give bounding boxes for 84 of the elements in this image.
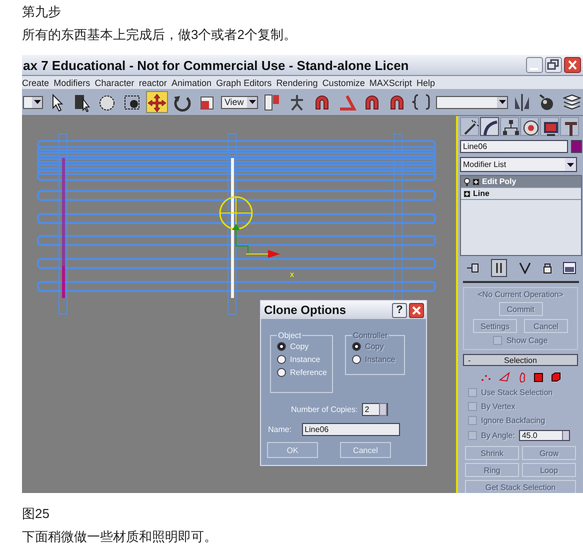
- bulb-icon: [464, 178, 470, 186]
- angle-spinner[interactable]: 45.0: [518, 430, 570, 442]
- outro-text: 下面稍微做一些材质和照明即可。: [22, 528, 218, 546]
- menu-item[interactable]: Help: [416, 78, 440, 88]
- dialog-button[interactable]: OK: [267, 442, 318, 458]
- fork-icon[interactable]: [518, 262, 531, 274]
- modifier-stack-item[interactable]: Line: [461, 188, 581, 200]
- menu-item[interactable]: MAXScript: [369, 78, 417, 88]
- panel-tab[interactable]: [460, 117, 479, 136]
- edge-icon[interactable]: [498, 372, 510, 382]
- lock-icon[interactable]: [542, 262, 552, 274]
- object-name-field[interactable]: Line06: [460, 140, 568, 153]
- color-swatch[interactable]: [571, 140, 582, 153]
- menu-item[interactable]: Modifiers: [54, 78, 95, 88]
- panel-tab[interactable]: [480, 117, 499, 136]
- caret-icon: [498, 100, 506, 104]
- caret-icon: [567, 162, 574, 166]
- radio-option[interactable]: Copy: [277, 342, 327, 351]
- menu-item[interactable]: Create: [22, 78, 54, 88]
- figure-caption: 图25: [22, 505, 50, 523]
- vertex-icon[interactable]: [480, 372, 490, 382]
- operation-label: <No Current Operation>: [478, 290, 564, 300]
- panel-tab[interactable]: [560, 117, 579, 136]
- menu-item[interactable]: Graph Editors: [216, 78, 276, 88]
- close-icon[interactable]: [564, 57, 581, 73]
- menu-item[interactable]: reactor: [138, 78, 172, 88]
- rollout-header[interactable]: - Selection: [463, 354, 578, 366]
- modifier-name: Edit Poly: [482, 177, 516, 186]
- collapse-toggle[interactable]: -: [464, 356, 482, 365]
- menu-item[interactable]: Customize: [322, 78, 370, 88]
- window-title: ax 7 Educational - Not for Commercial Use - Stand-alone Licen: [22, 58, 410, 72]
- move-button[interactable]: [146, 91, 168, 113]
- help-button[interactable]: ?: [392, 302, 407, 318]
- name-field[interactable]: Line06: [302, 423, 400, 436]
- caret-icon: [248, 100, 256, 104]
- configure-icon[interactable]: [563, 262, 576, 274]
- layers-icon: [562, 92, 582, 112]
- brace-icon: [412, 92, 432, 112]
- minimize-icon[interactable]: [526, 57, 543, 73]
- field-label: Number of Copies:: [291, 405, 358, 414]
- rollout-title: Selection: [503, 356, 538, 365]
- panel-tab[interactable]: [500, 117, 519, 136]
- motion-icon: [520, 118, 538, 136]
- hierarchy-icon: [500, 118, 518, 136]
- expand-icon: [464, 190, 470, 196]
- expand-icon: [473, 178, 479, 184]
- radio-icon[interactable]: [277, 368, 286, 377]
- dialog-title: Clone Options: [264, 303, 347, 317]
- caret-icon: [34, 100, 41, 104]
- modifier-name: Line: [473, 189, 490, 198]
- mirror-icon: [512, 92, 532, 112]
- border-icon[interactable]: [518, 372, 526, 383]
- element-icon[interactable]: [550, 372, 560, 382]
- dialog-button[interactable]: Cancel: [340, 442, 391, 458]
- intro-text: 所有的东西基本上完成后，做3个或者2个复制。: [22, 26, 298, 44]
- modifier-stack-item[interactable]: Edit Poly: [461, 176, 581, 188]
- panel-tab[interactable]: [520, 117, 539, 136]
- panel-tab[interactable]: [540, 117, 559, 136]
- radio-option[interactable]: Reference: [277, 368, 327, 377]
- step-heading: 第九步: [22, 3, 62, 21]
- show-end-result-icon[interactable]: [491, 258, 508, 277]
- move-icon: [147, 92, 168, 112]
- dropdown-field[interactable]: View: [221, 96, 258, 108]
- curve-icon: [480, 118, 498, 136]
- radio-icon[interactable]: [277, 342, 286, 351]
- copies-spinner[interactable]: 2: [362, 403, 388, 416]
- pin-icon[interactable]: [466, 262, 480, 274]
- menu-item[interactable]: Animation: [171, 78, 216, 88]
- radio-option[interactable]: Instance: [277, 355, 327, 364]
- close-button[interactable]: [409, 302, 424, 318]
- list-icon: [72, 92, 92, 112]
- field-label: Name:: [268, 425, 292, 434]
- radio-icon[interactable]: [277, 355, 286, 364]
- modifier-list-dropdown[interactable]: Modifier List: [460, 157, 577, 172]
- dropdown-field[interactable]: [23, 96, 44, 108]
- axis-label: x: [290, 270, 294, 279]
- maximize-icon[interactable]: [545, 57, 562, 73]
- dropdown-field[interactable]: [436, 96, 508, 108]
- menu-item[interactable]: Character: [94, 78, 139, 88]
- close-icon: [412, 306, 421, 314]
- group-label: Object: [277, 331, 302, 340]
- menu-item[interactable]: Rendering: [276, 78, 322, 88]
- group-label: Controller: [352, 331, 389, 340]
- polygon-icon[interactable]: [534, 372, 542, 382]
